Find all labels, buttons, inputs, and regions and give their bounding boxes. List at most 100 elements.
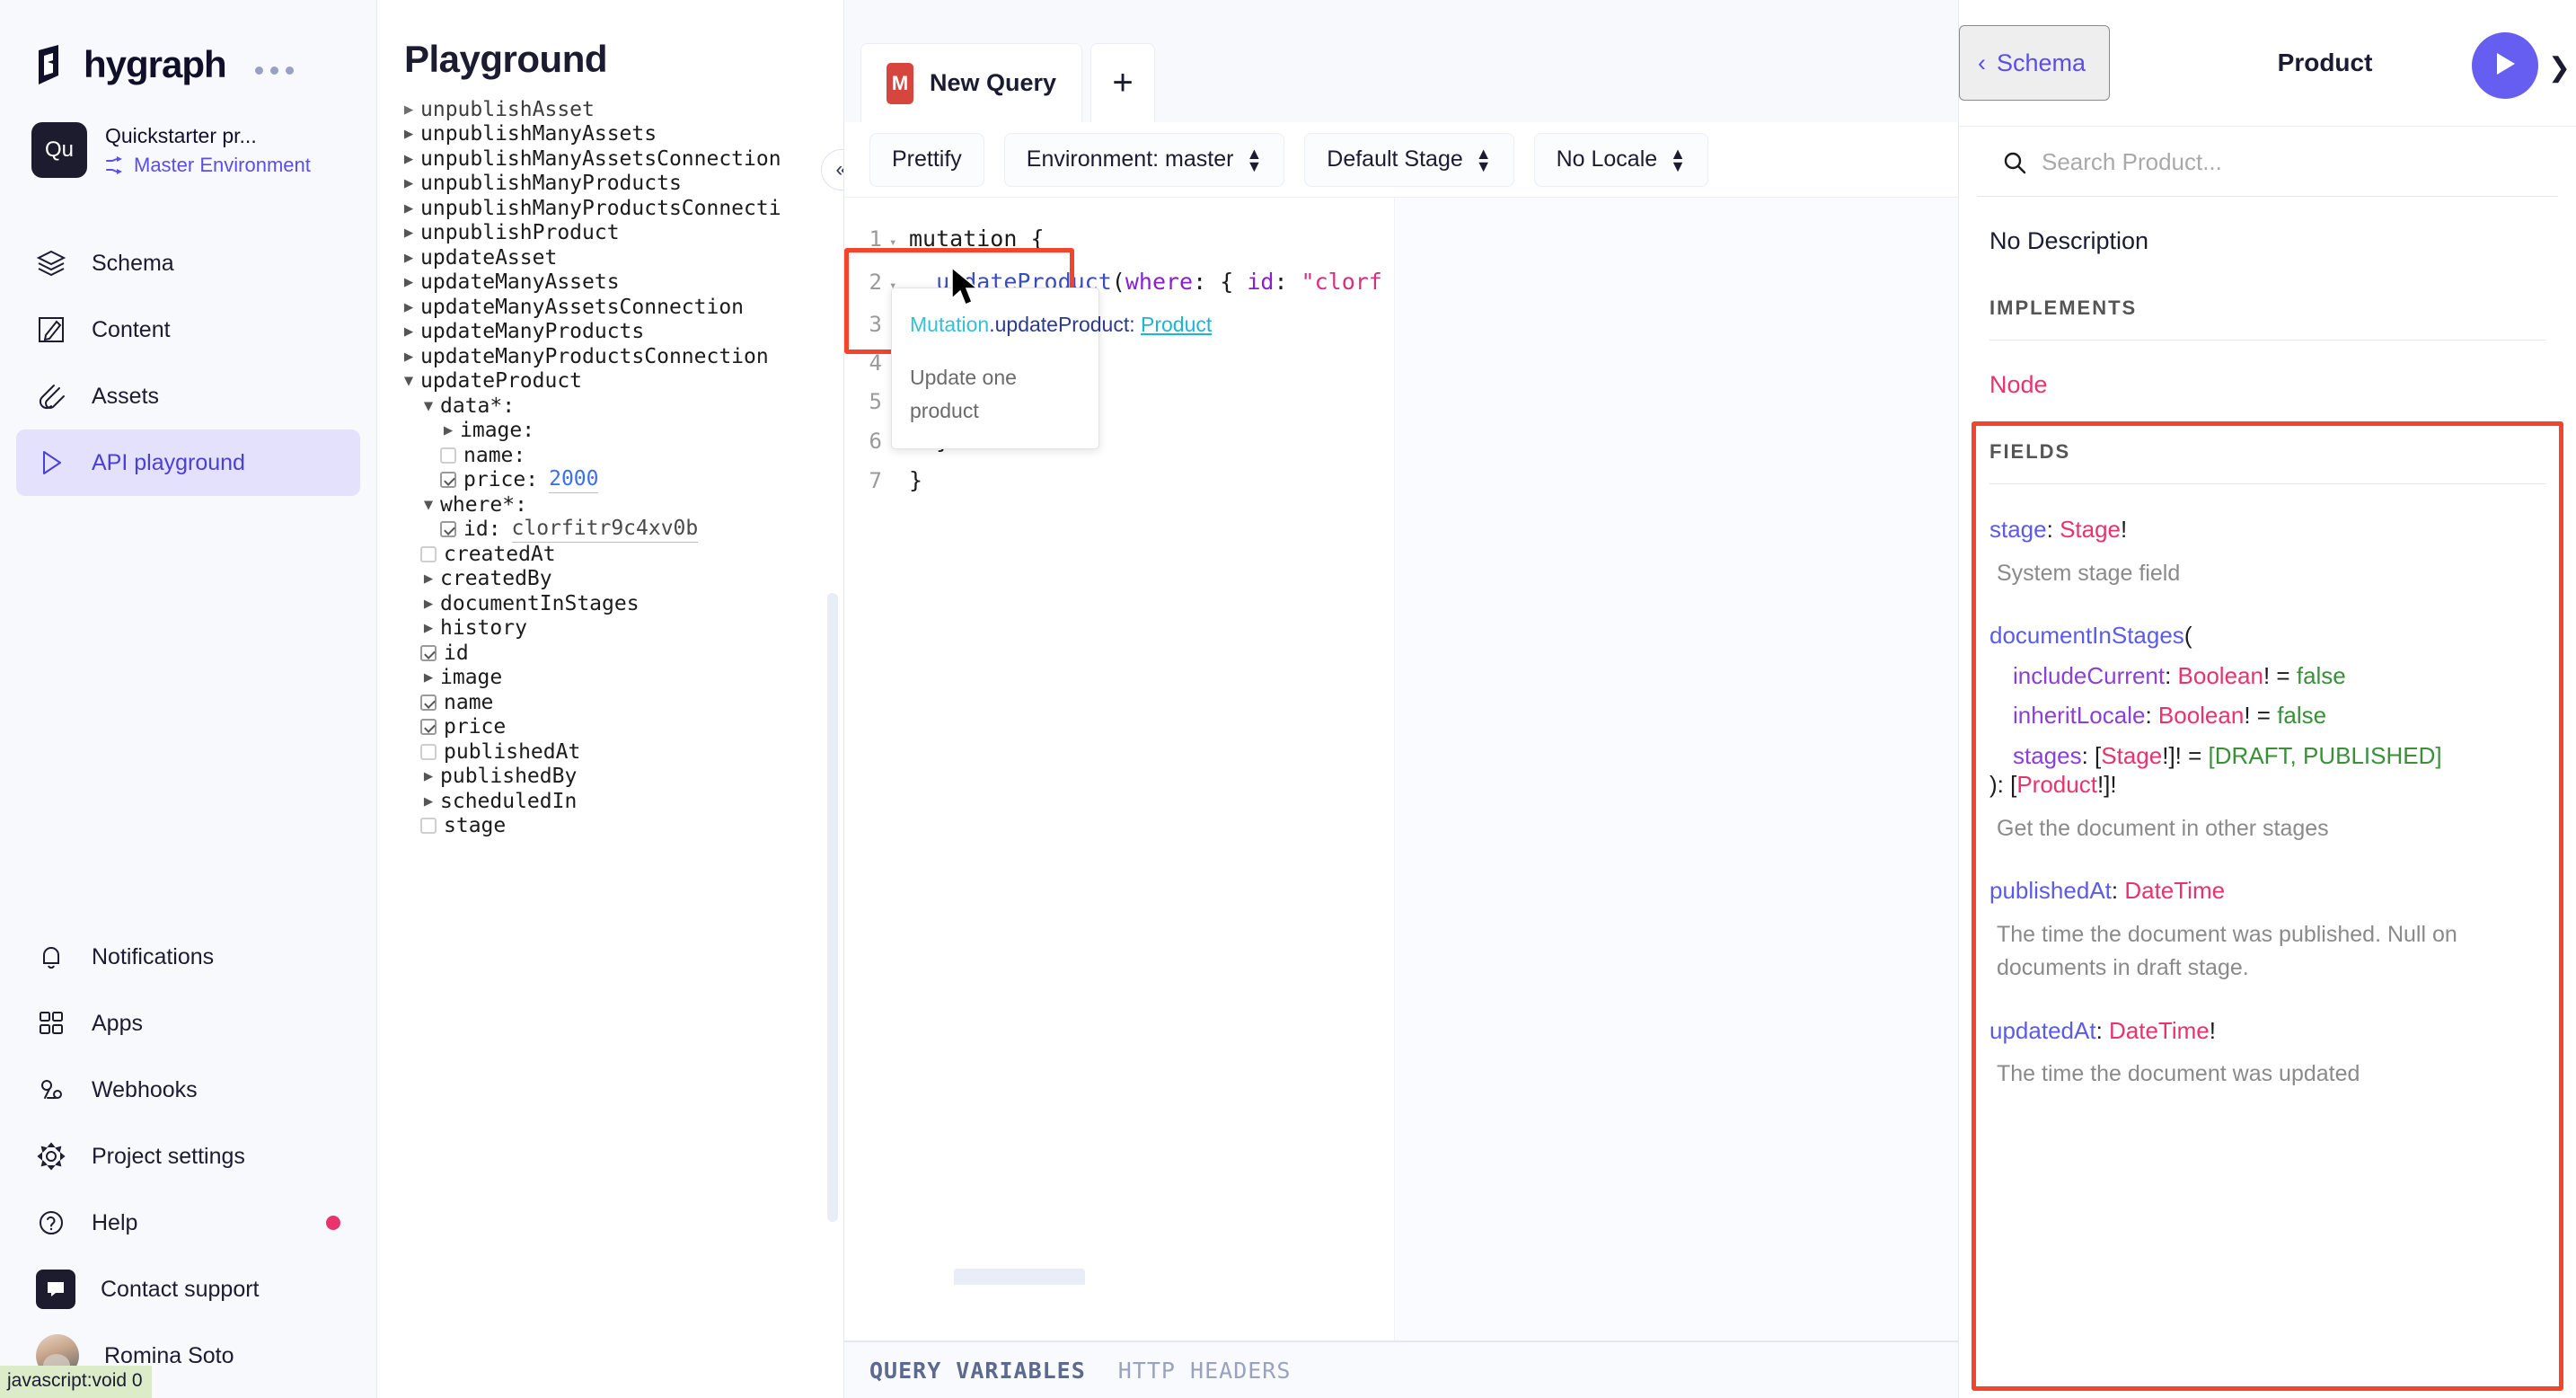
caret-right-icon[interactable]: ▶	[417, 595, 440, 613]
caret-right-icon[interactable]: ▶	[417, 619, 440, 637]
explorer-checkbox[interactable]	[420, 719, 437, 736]
caret-right-icon[interactable]: ▶	[397, 174, 420, 192]
caret-down-icon[interactable]: ▼	[417, 397, 440, 415]
sidebar-item-apps[interactable]: Apps	[16, 990, 360, 1057]
explorer-checkbox[interactable]	[420, 545, 437, 562]
docs-arg-type[interactable]: Boolean	[2158, 702, 2244, 729]
caret-right-icon[interactable]: ▶	[397, 199, 420, 217]
explorer-tree-node[interactable]: ▶ scheduledIn	[377, 789, 843, 814]
explorer-tree-node[interactable]: ▶ updateManyAssets	[377, 270, 843, 296]
explorer-tree-node[interactable]: ▶ unpublishManyAssets	[377, 122, 843, 147]
stage-select[interactable]: Default Stage ▲ ▼	[1304, 132, 1514, 187]
ellipsis-icon[interactable]	[254, 66, 294, 75]
docs-field-name[interactable]: publishedAt	[1989, 877, 2112, 904]
caret-right-icon[interactable]: ▶	[397, 273, 420, 291]
explorer-tree-node[interactable]: ▶ updateManyProductsConnection	[377, 344, 843, 369]
caret-right-icon[interactable]: ▶	[397, 348, 420, 366]
add-tab-button[interactable]: +	[1090, 43, 1156, 122]
explorer-tree-node[interactable]: ▼ data*:	[377, 394, 843, 419]
explorer-tree-node[interactable]: ▶ updateManyAssetsConnection	[377, 295, 843, 320]
docs-field-name[interactable]: documentInStages	[1989, 622, 2184, 649]
graphql-editor[interactable]: 1 ▾ mutation {2 ▾ updateProduct(where: { id…	[844, 198, 1394, 1340]
query-tab[interactable]: M New Query	[860, 43, 1083, 122]
docs-return-type[interactable]: Product	[2016, 771, 2097, 798]
explorer-tree-node[interactable]: id: clorfitr9c4xv0b	[377, 517, 843, 543]
explorer-tree-node[interactable]: name:	[377, 443, 843, 468]
caret-down-icon[interactable]: ▼	[417, 496, 440, 514]
explorer-tree-node[interactable]: createdAt	[377, 542, 843, 567]
explorer-checkbox[interactable]	[440, 472, 456, 489]
sidebar-item-api-playground[interactable]: API playground	[16, 429, 360, 496]
sidebar-item-help[interactable]: Help	[16, 1190, 360, 1256]
explorer-scrollbar[interactable]	[827, 593, 838, 1222]
docs-arg-type[interactable]: Boolean	[2178, 662, 2263, 689]
implements-item[interactable]: Node	[1959, 341, 2576, 399]
explorer-tree-node[interactable]: id	[377, 641, 843, 666]
code-line[interactable]: 1 ▾ mutation {	[844, 219, 1394, 262]
sidebar-item-webhooks[interactable]: Webhooks	[16, 1057, 360, 1123]
explorer-tree[interactable]: ▶ unpublishAsset ▶ unpublishManyAssets ▶ unpu…	[377, 97, 843, 1398]
explorer-tree-node[interactable]: ▶ image:	[377, 419, 843, 444]
run-query-button[interactable]	[2472, 32, 2538, 99]
sidebar-item-schema[interactable]: Schema	[16, 230, 360, 296]
explorer-checkbox[interactable]	[420, 818, 437, 835]
caret-right-icon[interactable]: ▶	[417, 668, 440, 686]
code-line[interactable]: 7}	[844, 461, 1394, 500]
explorer-tree-node[interactable]: ▼ updateProduct	[377, 369, 843, 394]
caret-right-icon[interactable]: ▶	[397, 224, 420, 242]
caret-right-icon[interactable]: ▶	[397, 323, 420, 341]
environment-link[interactable]: Master Environment	[105, 154, 311, 177]
project-switcher[interactable]: Qu Quickstarter pr... Master Environment	[0, 86, 376, 178]
caret-right-icon[interactable]: ▶	[417, 767, 440, 785]
tab-query-variables[interactable]: QUERY VARIABLES	[869, 1358, 1086, 1384]
docs-field-type[interactable]: DateTime	[2109, 1017, 2210, 1044]
explorer-tree-node[interactable]: ▶ createdBy	[377, 567, 843, 592]
explorer-checkbox[interactable]	[440, 521, 456, 538]
prettify-button[interactable]: Prettify	[869, 132, 984, 187]
explorer-checkbox[interactable]	[440, 447, 456, 464]
explorer-node-value[interactable]: 2000	[549, 467, 599, 493]
caret-down-icon[interactable]: ▼	[397, 372, 420, 390]
explorer-tree-node[interactable]: ▶ unpublishManyProductsConnecti	[377, 196, 843, 221]
caret-right-icon[interactable]: ▶	[397, 249, 420, 267]
collapse-docs-button[interactable]: ❯	[2548, 52, 2571, 84]
caret-right-icon[interactable]: ▶	[397, 150, 420, 168]
explorer-tree-node[interactable]: ▶ documentInStages	[377, 591, 843, 616]
explorer-tree-node[interactable]: ▶ image	[377, 666, 843, 691]
caret-right-icon[interactable]: ▶	[397, 101, 420, 119]
explorer-tree-node[interactable]: ▼ where*:	[377, 492, 843, 518]
explorer-node-value[interactable]: clorfitr9c4xv0b	[511, 517, 699, 543]
explorer-tree-node[interactable]: publishedAt	[377, 739, 843, 765]
caret-right-icon[interactable]: ▶	[437, 421, 460, 439]
docs-search[interactable]: Search Product...	[1977, 127, 2558, 197]
caret-right-icon[interactable]: ▶	[417, 570, 440, 588]
fold-caret-icon[interactable]: ▾	[889, 224, 909, 262]
explorer-tree-node[interactable]: ▶ unpublishManyProducts	[377, 172, 843, 197]
explorer-tree-node[interactable]: ▶ unpublishProduct	[377, 221, 843, 246]
sidebar-item-contact-support[interactable]: Contact support	[16, 1256, 360, 1323]
editor-resize-handle[interactable]	[954, 1269, 1085, 1285]
explorer-tree-node[interactable]: ▶ unpublishAsset	[377, 97, 843, 122]
sidebar-item-project-settings[interactable]: Project settings	[16, 1123, 360, 1190]
explorer-tree-node[interactable]: price: 2000	[377, 467, 843, 493]
docs-arg-type[interactable]: Stage	[2101, 742, 2162, 769]
environment-select[interactable]: Environment: master ▲ ▼	[1003, 132, 1285, 187]
locale-select[interactable]: No Locale ▲ ▼	[1533, 132, 1708, 187]
docs-field-type[interactable]: DateTime	[2124, 877, 2225, 904]
explorer-checkbox[interactable]	[420, 644, 437, 661]
explorer-tree-node[interactable]: ▶ history	[377, 616, 843, 641]
explorer-tree-node[interactable]: ▶ unpublishManyAssetsConnection	[377, 146, 843, 172]
caret-right-icon[interactable]: ▶	[397, 125, 420, 143]
explorer-tree-node[interactable]: name	[377, 690, 843, 715]
docs-field-type[interactable]: Stage	[2060, 516, 2121, 543]
explorer-checkbox[interactable]	[420, 694, 437, 711]
sidebar-item-notifications[interactable]: Notifications	[16, 924, 360, 990]
docs-field-name[interactable]: stage	[1989, 516, 2047, 543]
explorer-tree-node[interactable]: ▶ updateManyProducts	[377, 320, 843, 345]
caret-right-icon[interactable]: ▶	[417, 792, 440, 810]
sidebar-item-assets[interactable]: Assets	[16, 363, 360, 429]
explorer-checkbox[interactable]	[420, 743, 437, 760]
explorer-tree-node[interactable]: stage	[377, 814, 843, 839]
docs-field-name[interactable]: updatedAt	[1989, 1017, 2096, 1044]
caret-right-icon[interactable]: ▶	[397, 298, 420, 316]
